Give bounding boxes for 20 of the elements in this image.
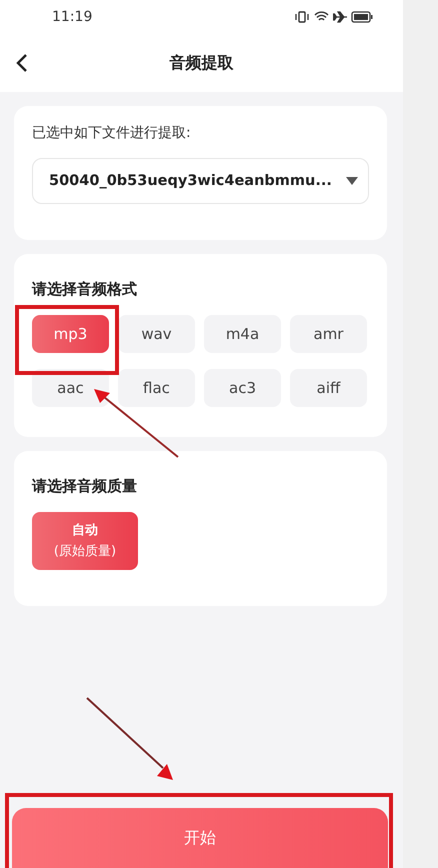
caret-icon	[346, 177, 358, 185]
format-option[interactable]: flac	[118, 369, 195, 407]
battery-icon	[351, 11, 373, 23]
status-time: 11:19	[52, 9, 92, 25]
file-label: 已选中如下文件进行提取:	[32, 124, 192, 142]
format-option[interactable]: wav	[118, 315, 195, 353]
wifi-icon	[314, 11, 329, 23]
vibrate-icon	[294, 11, 310, 23]
format-option[interactable]: ac3	[204, 369, 281, 407]
section-title: 请选择音频格式	[32, 280, 138, 299]
format-option[interactable]: mp3	[32, 315, 109, 353]
format-option[interactable]: amr	[290, 315, 367, 353]
section-title: 请选择音频质量	[32, 477, 138, 496]
quality-option[interactable]: 自动 (原始质量)	[32, 512, 138, 570]
file-dropdown[interactable]: 50040_0b53ueqy3wic4eanbmmu...	[32, 158, 369, 204]
page-title: 音频提取	[170, 52, 234, 74]
format-option[interactable]: aiff	[290, 369, 367, 407]
back-icon[interactable]	[16, 54, 28, 72]
format-option[interactable]: m4a	[204, 315, 281, 353]
airplane-icon	[333, 11, 347, 23]
